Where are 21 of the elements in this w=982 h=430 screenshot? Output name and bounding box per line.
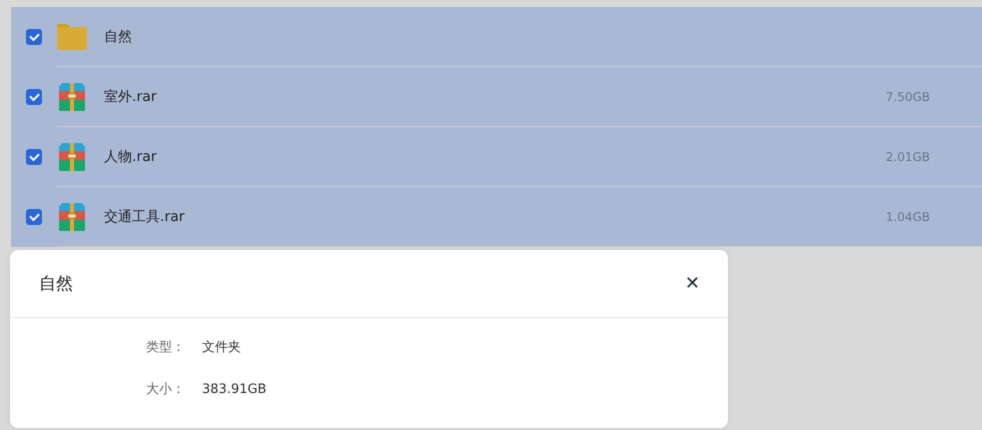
field-value: 383.91GB: [202, 382, 266, 397]
archive-icon: [59, 82, 85, 110]
checkbox[interactable]: [26, 208, 42, 224]
file-size: 2.01GB: [886, 150, 930, 164]
checkbox[interactable]: [26, 28, 42, 44]
file-name[interactable]: 自然: [104, 28, 982, 46]
checkbox[interactable]: [26, 148, 42, 164]
close-button[interactable]: ✕: [684, 273, 700, 294]
archive-icon: [59, 142, 85, 170]
checkbox[interactable]: [26, 88, 42, 104]
dialog-title: 自然: [39, 273, 73, 295]
file-name[interactable]: 人物.rar: [104, 148, 886, 166]
file-size: 7.50GB: [886, 90, 930, 104]
field-value: 文件夹: [202, 339, 242, 356]
field-label: 大小：: [146, 381, 186, 398]
file-name[interactable]: 室外.rar: [104, 88, 886, 106]
file-name[interactable]: 交通工具.rar: [104, 208, 886, 226]
file-size: 1.04GB: [886, 210, 930, 224]
folder-icon: [57, 24, 87, 50]
archive-icon: [59, 202, 85, 230]
field-label: 类型：: [146, 339, 186, 356]
